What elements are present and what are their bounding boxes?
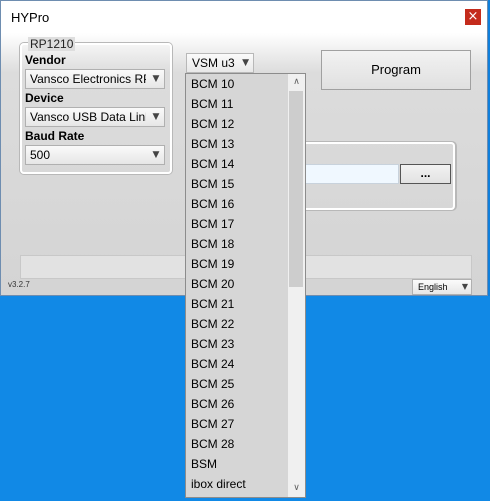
rp1210-group: RP1210 Vendor Vansco Electronics RP ▼ De… [20, 37, 172, 174]
title-bar[interactable]: HYPro × [1, 1, 487, 33]
chevron-down-icon: ▼ [151, 70, 161, 88]
chevron-up-icon[interactable]: ∧ [288, 74, 305, 91]
vendor-label: Vendor [25, 53, 66, 67]
list-item[interactable]: BCM 13 [186, 134, 289, 154]
list-item[interactable]: BCM 20 [186, 274, 289, 294]
list-item[interactable]: BCM 21 [186, 294, 289, 314]
list-item[interactable]: BCM 16 [186, 194, 289, 214]
vsm-dropdown-list[interactable]: BCM 10 BCM 11 BCM 12 BCM 13 BCM 14 BCM 1… [185, 73, 306, 498]
chevron-down-icon: ▼ [242, 58, 249, 68]
list-item[interactable]: BCM 25 [186, 374, 289, 394]
chevron-down-icon: ▼ [461, 282, 468, 291]
device-value: Vansco USB Data Link [30, 110, 146, 124]
list-item[interactable]: BCM 24 [186, 354, 289, 374]
vsm-value: VSM u3 [192, 56, 235, 70]
close-button[interactable]: × [465, 9, 481, 25]
language-value: English [418, 282, 448, 292]
baud-rate-value: 500 [30, 148, 51, 162]
vsm-combo[interactable]: VSM u3 ▼ [186, 53, 254, 73]
language-combo[interactable]: English ▼ [412, 279, 472, 295]
list-item[interactable]: BCM 18 [186, 234, 289, 254]
chevron-down-icon: ▼ [151, 108, 161, 126]
chevron-down-icon[interactable]: ∨ [288, 480, 305, 497]
list-item[interactable]: ibox direct [186, 474, 289, 494]
baud-rate-label: Baud Rate [25, 129, 85, 143]
list-item[interactable]: BCM 26 [186, 394, 289, 414]
dropdown-scrollbar[interactable]: ∧ ∨ [288, 74, 305, 497]
device-combo[interactable]: Vansco USB Data Link ▼ [25, 107, 165, 127]
list-item[interactable]: BCM 19 [186, 254, 289, 274]
file-path-input[interactable] [301, 164, 399, 184]
baud-rate-combo[interactable]: 500 ▼ [25, 145, 165, 165]
browse-button[interactable]: ... [400, 164, 451, 184]
chevron-down-icon: ▼ [151, 146, 161, 164]
list-item[interactable]: BCM 23 [186, 334, 289, 354]
list-item[interactable]: BCM 22 [186, 314, 289, 334]
list-item[interactable]: BCM 11 [186, 94, 289, 114]
list-item[interactable]: BCM 27 [186, 414, 289, 434]
rp1210-legend: RP1210 [28, 37, 76, 51]
list-item[interactable]: BCM 14 [186, 154, 289, 174]
vendor-value: Vansco Electronics RP [30, 72, 146, 86]
scroll-thumb[interactable] [289, 91, 303, 287]
list-item[interactable]: BCM 28 [186, 434, 289, 454]
device-label: Device [25, 91, 64, 105]
list-item[interactable]: BCM 15 [186, 174, 289, 194]
list-item[interactable]: BCM 10 [186, 74, 289, 94]
program-button[interactable]: Program [321, 50, 471, 90]
dropdown-items: BCM 10 BCM 11 BCM 12 BCM 13 BCM 14 BCM 1… [186, 74, 289, 494]
vendor-combo[interactable]: Vansco Electronics RP ▼ [25, 69, 165, 89]
list-item[interactable]: BCM 17 [186, 214, 289, 234]
version-label: v3.2.7 [8, 280, 30, 289]
window-title: HYPro [11, 10, 50, 25]
list-item[interactable]: BSM [186, 454, 289, 474]
list-item[interactable]: BCM 12 [186, 114, 289, 134]
